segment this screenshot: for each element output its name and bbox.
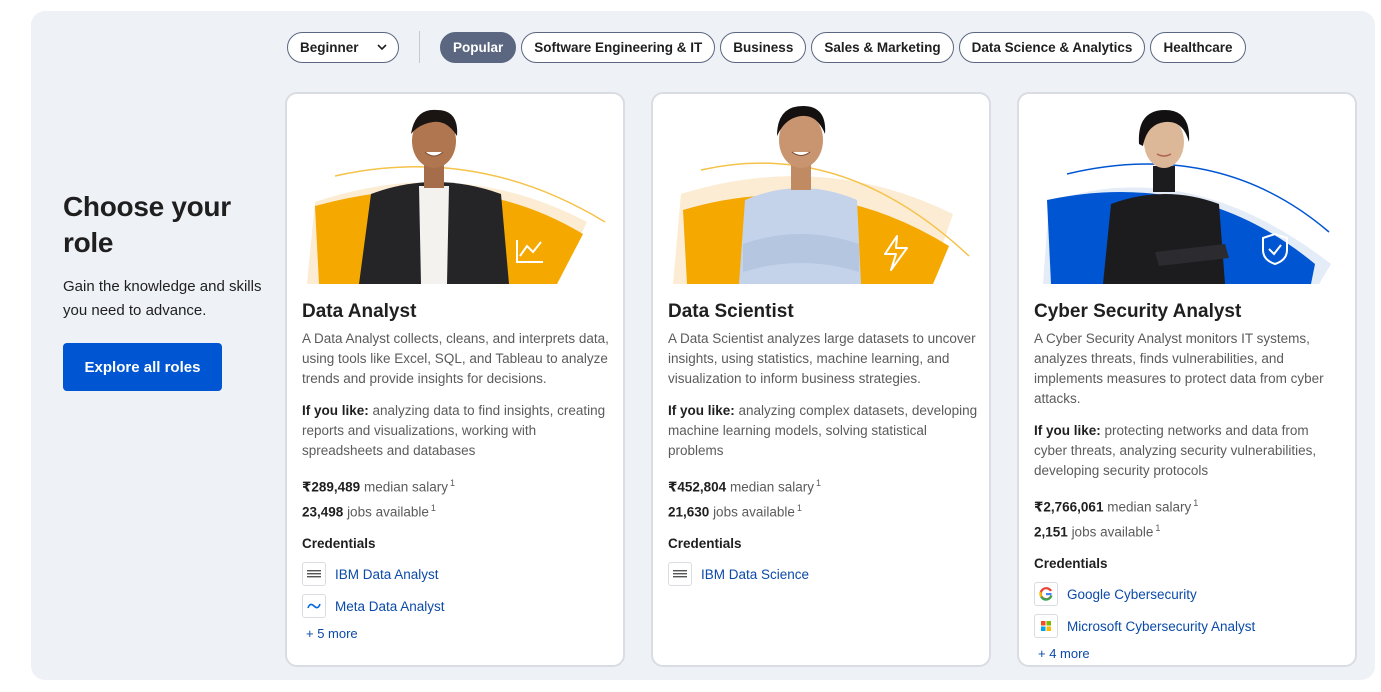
chip-healthcare[interactable]: Healthcare xyxy=(1150,31,1246,63)
jobs-label: jobs available xyxy=(347,504,429,519)
card-body: Cyber Security Analyst A Cyber Security … xyxy=(1034,299,1344,661)
card-body: Data Scientist A Data Scientist analyzes… xyxy=(668,299,978,586)
level-select-value: Beginner xyxy=(300,39,359,55)
salary-label: median salary xyxy=(1107,499,1192,515)
section-title: Choose your role xyxy=(63,191,231,258)
more-credentials-link[interactable]: + 4 more xyxy=(1038,646,1344,661)
role-likes: If you like: analyzing complex datasets,… xyxy=(668,401,978,461)
role-description: A Cyber Security Analyst monitors IT sys… xyxy=(1034,331,1324,406)
person-photo xyxy=(359,109,509,284)
jobs-row: 2,151 jobs available 1 xyxy=(1034,518,1344,543)
credentials-heading: Credentials xyxy=(302,536,376,551)
footnote-marker[interactable]: 1 xyxy=(450,478,455,488)
salary-row: ₹452,804 median salary 1 xyxy=(668,473,978,498)
jobs-value: 21,630 xyxy=(668,504,710,519)
salary-row: ₹2,766,061 median salary 1 xyxy=(1034,493,1344,518)
credential-link[interactable]: Google Cybersecurity xyxy=(1067,587,1197,602)
salary-value: ₹452,804 xyxy=(668,479,727,495)
credential-link[interactable]: IBM Data Science xyxy=(701,567,809,582)
chip-business[interactable]: Business xyxy=(720,31,807,63)
credential-item[interactable]: Google Cybersecurity xyxy=(1034,582,1344,606)
role-title[interactable]: Cyber Security Analyst xyxy=(1034,299,1344,325)
credentials-heading: Credentials xyxy=(1034,556,1108,571)
role-description: A Data Analyst collects, cleans, and int… xyxy=(302,331,609,386)
role-card-data-analyst[interactable]: Data Analyst A Data Analyst collects, cl… xyxy=(285,92,625,667)
role-stats: ₹452,804 median salary 1 21,630 jobs avai… xyxy=(668,473,978,522)
role-stats: ₹2,766,061 median salary 1 2,151 jobs ava… xyxy=(1034,493,1344,542)
chevron-down-icon xyxy=(376,42,387,52)
explore-all-roles-button[interactable]: Explore all roles xyxy=(63,343,222,391)
section-subtitle: Gain the knowledge and skills you need t… xyxy=(63,278,262,319)
role-hero-image xyxy=(307,109,606,284)
footnote-marker[interactable]: 1 xyxy=(1193,498,1198,508)
chip-software-engineering[interactable]: Software Engineering & IT xyxy=(521,31,716,63)
filter-bar: Beginner Popular Software Engineering & … xyxy=(287,31,1251,63)
credential-link[interactable]: Microsoft Cybersecurity Analyst xyxy=(1067,619,1255,634)
more-credentials-link[interactable]: + 5 more xyxy=(306,626,612,641)
jobs-label: jobs available xyxy=(713,504,795,519)
role-title[interactable]: Data Analyst xyxy=(302,299,612,325)
credential-item[interactable]: Microsoft Cybersecurity Analyst xyxy=(1034,614,1344,638)
footnote-marker[interactable]: 1 xyxy=(431,503,436,513)
role-title[interactable]: Data Scientist xyxy=(668,299,978,325)
credential-item[interactable]: Meta Data Analyst xyxy=(302,594,612,618)
credential-link[interactable]: Meta Data Analyst xyxy=(335,599,445,614)
salary-row: ₹289,489 median salary 1 xyxy=(302,473,612,498)
footnote-marker[interactable]: 1 xyxy=(816,478,821,488)
jobs-value: 23,498 xyxy=(302,504,344,519)
salary-value: ₹2,766,061 xyxy=(1034,499,1104,515)
footnote-marker[interactable]: 1 xyxy=(1155,523,1160,533)
microsoft-logo-icon xyxy=(1034,614,1058,638)
salary-label: median salary xyxy=(363,479,449,495)
jobs-value: 2,151 xyxy=(1034,524,1068,539)
card-body: Data Analyst A Data Analyst collects, cl… xyxy=(302,299,612,641)
credential-link[interactable]: IBM Data Analyst xyxy=(335,567,439,582)
credentials-heading: Credentials xyxy=(668,536,742,551)
chip-popular[interactable]: Popular xyxy=(440,31,517,63)
chip-sales-marketing[interactable]: Sales & Marketing xyxy=(811,31,954,63)
role-hero-image xyxy=(1043,110,1331,284)
role-description: A Data Scientist analyzes large datasets… xyxy=(668,331,976,386)
credential-item[interactable]: IBM Data Science xyxy=(668,562,978,586)
ibm-logo-icon xyxy=(668,562,692,586)
salary-value: ₹289,489 xyxy=(302,479,361,495)
credential-item[interactable]: IBM Data Analyst xyxy=(302,562,612,586)
meta-logo-icon xyxy=(302,594,326,618)
likes-label: If you like: xyxy=(302,403,369,418)
intro: Choose your role Gain the knowledge and … xyxy=(63,189,263,323)
role-likes: If you like: protecting networks and dat… xyxy=(1034,421,1344,481)
role-hero-image xyxy=(673,106,970,284)
ibm-logo-icon xyxy=(302,562,326,586)
level-select[interactable]: Beginner xyxy=(287,31,399,63)
jobs-row: 23,498 jobs available 1 xyxy=(302,498,612,523)
chip-data-science[interactable]: Data Science & Analytics xyxy=(958,31,1146,63)
role-card-data-scientist[interactable]: Data Scientist A Data Scientist analyzes… xyxy=(651,92,991,667)
likes-label: If you like: xyxy=(1034,423,1101,438)
google-logo-icon xyxy=(1034,582,1058,606)
footnote-marker[interactable]: 1 xyxy=(797,503,802,513)
jobs-label: jobs available xyxy=(1071,524,1154,539)
role-likes: If you like: analyzing data to find insi… xyxy=(302,401,612,461)
jobs-row: 21,630 jobs available 1 xyxy=(668,498,978,523)
filter-divider xyxy=(419,31,420,63)
role-card-cyber-security-analyst[interactable]: Cyber Security Analyst A Cyber Security … xyxy=(1017,92,1357,667)
salary-label: median salary xyxy=(729,479,815,495)
role-stats: ₹289,489 median salary 1 23,498 jobs avai… xyxy=(302,473,612,522)
likes-label: If you like: xyxy=(668,403,735,418)
